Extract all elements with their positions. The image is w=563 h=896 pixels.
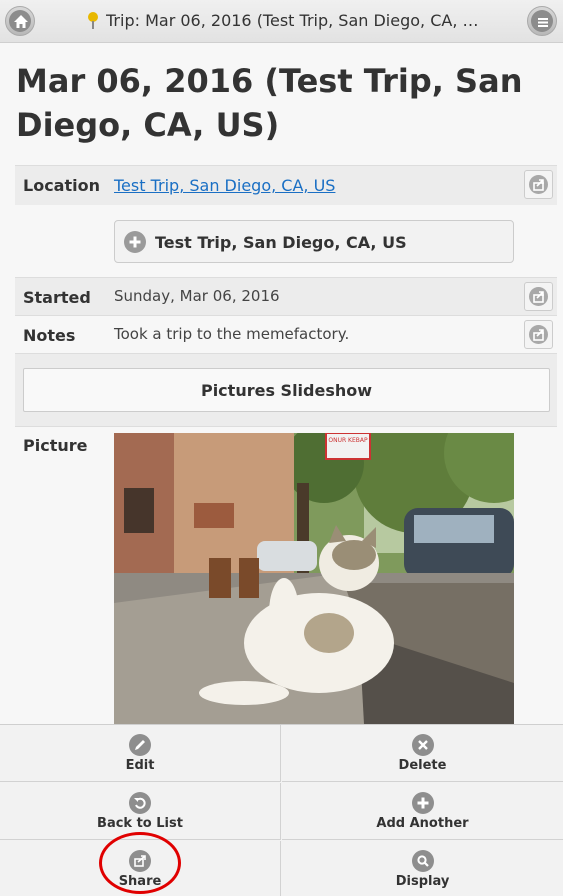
share-icon	[533, 329, 544, 341]
add-another-button[interactable]: Add Another	[282, 783, 563, 840]
plus-icon	[417, 797, 428, 809]
add-another-label: Add Another	[376, 816, 469, 831]
pictures-slideshow-button[interactable]: Pictures Slideshow	[23, 368, 550, 412]
edit-button[interactable]: Edit	[0, 725, 281, 782]
trip-picture[interactable]: ONUR KEBAP	[114, 433, 514, 724]
share-annotation-circle	[99, 832, 181, 894]
share-icon	[533, 179, 544, 191]
location-row: Location Test Trip, San Diego, CA, US	[15, 165, 557, 205]
home-icon	[14, 15, 28, 28]
top-bar: Trip: Mar 06, 2016 (Test Trip, San Diego…	[0, 0, 563, 43]
delete-label: Delete	[398, 758, 447, 773]
notes-label: Notes	[23, 326, 76, 345]
pencil-icon	[135, 740, 145, 750]
location-detail-label: Test Trip, San Diego, CA, US	[155, 233, 407, 252]
location-link[interactable]: Test Trip, San Diego, CA, US	[114, 176, 335, 195]
notes-value: Took a trip to the memefactory.	[114, 325, 350, 343]
page-header-title: Trip: Mar 06, 2016 (Test Trip, San Diego…	[106, 11, 484, 30]
menu-icon	[538, 18, 548, 27]
display-button[interactable]: Display	[282, 841, 563, 896]
started-row: Started Sunday, Mar 06, 2016	[15, 277, 557, 315]
started-label: Started	[23, 288, 91, 307]
home-button[interactable]	[5, 6, 35, 36]
location-detail-button[interactable]: Test Trip, San Diego, CA, US	[114, 220, 514, 263]
edit-label: Edit	[125, 758, 155, 773]
page-title: Mar 06, 2016 (Test Trip, San Diego, CA, …	[16, 62, 523, 144]
picture-sign-text: ONUR KEBAP	[328, 437, 368, 444]
delete-icon	[417, 740, 428, 750]
plus-icon	[129, 236, 141, 248]
search-icon	[416, 855, 429, 867]
display-label: Display	[395, 874, 450, 889]
started-share-button[interactable]	[524, 282, 553, 311]
notes-share-button[interactable]	[524, 320, 553, 349]
action-toolbar: Edit Delete Back to List Add Another Sha…	[0, 724, 563, 896]
slideshow-label: Pictures Slideshow	[200, 381, 373, 400]
delete-button[interactable]: Delete	[282, 725, 563, 782]
started-value: Sunday, Mar 06, 2016	[114, 287, 280, 305]
back-to-list-label: Back to List	[97, 816, 183, 831]
notes-row: Notes Took a trip to the memefactory.	[15, 315, 557, 353]
location-share-button[interactable]	[524, 170, 553, 199]
map-pin-icon	[88, 12, 98, 29]
back-arrow-icon	[134, 797, 146, 809]
cat-photo: ONUR KEBAP	[114, 433, 514, 724]
picture-label: Picture	[23, 436, 88, 455]
share-icon	[533, 291, 544, 303]
menu-button[interactable]	[527, 6, 557, 36]
location-label: Location	[23, 176, 100, 195]
